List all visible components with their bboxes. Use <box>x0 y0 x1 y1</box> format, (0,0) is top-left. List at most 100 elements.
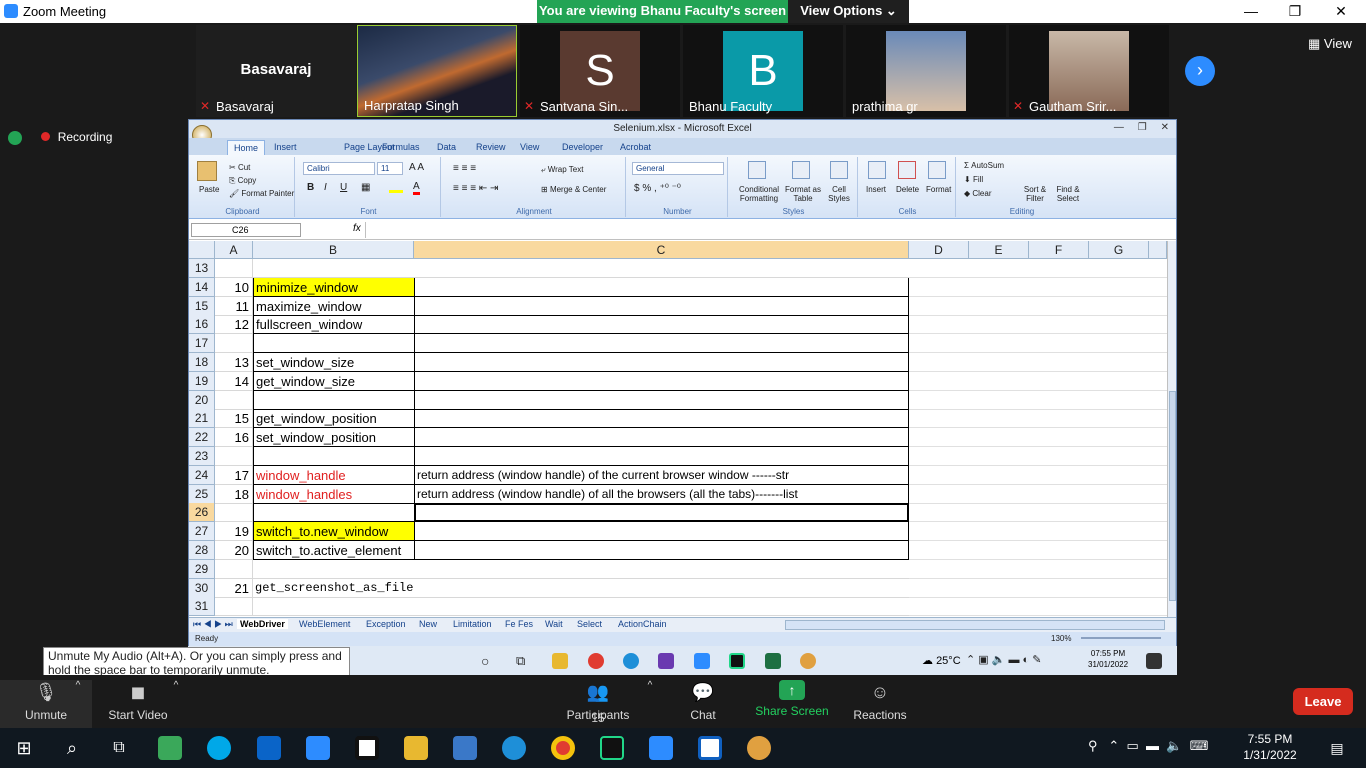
file-explorer-icon[interactable] <box>552 653 568 669</box>
cell-c[interactable] <box>414 390 909 410</box>
tab-insert[interactable]: Insert <box>268 140 303 155</box>
wrap-text-button[interactable]: ⤶ Wrap Text <box>541 165 583 175</box>
cell-b[interactable]: get_screenshot_as_file <box>253 579 414 598</box>
cells-d-g[interactable] <box>909 297 1167 316</box>
row-header[interactable]: 24 <box>189 465 215 485</box>
cells-d-g[interactable] <box>909 579 1167 598</box>
row-header[interactable]: 21 <box>189 409 215 429</box>
tab-view[interactable]: View <box>514 140 545 155</box>
bold-icon[interactable]: B <box>307 182 314 193</box>
python-icon[interactable] <box>453 736 477 760</box>
notification-icon[interactable]: ▤ <box>1325 736 1349 760</box>
tab-home[interactable]: Home <box>227 140 266 155</box>
row-header[interactable]: 20 <box>189 390 215 410</box>
name-box[interactable]: C26 <box>191 223 301 237</box>
fill-button[interactable]: ⬇ Fill <box>964 175 983 184</box>
cell-a[interactable]: 15 <box>215 409 253 429</box>
sort-filter-button[interactable]: Sort & Filter <box>1020 185 1050 203</box>
row-header[interactable]: 19 <box>189 371 215 391</box>
chrome-icon[interactable] <box>551 736 575 760</box>
paint-icon[interactable] <box>747 736 771 760</box>
app-icon[interactable] <box>158 736 182 760</box>
column-header[interactable] <box>1149 241 1167 259</box>
cell-c[interactable]: return address (window handle) of all th… <box>414 484 909 504</box>
cell-c[interactable] <box>414 579 909 598</box>
row-header[interactable]: 26 <box>189 503 215 523</box>
conditional-formatting-button[interactable]: Conditional Formatting <box>734 185 784 203</box>
cell-c[interactable] <box>414 409 909 429</box>
zoom-slider[interactable] <box>1081 637 1161 639</box>
cell-a[interactable] <box>215 559 253 579</box>
cell-a[interactable]: 16 <box>215 428 253 448</box>
cell-a[interactable]: 20 <box>215 541 253 560</box>
cell-b[interactable]: set_window_position <box>253 428 414 448</box>
copy-button[interactable]: ⎘ Copy <box>229 176 256 186</box>
outlook-icon[interactable] <box>257 736 281 760</box>
cell-c[interactable] <box>414 560 909 579</box>
cell-c[interactable]: return address (window handle) of the cu… <box>414 465 909 485</box>
task-view-icon[interactable]: ⧉ <box>516 653 532 669</box>
tab-formulas[interactable]: Formulas <box>376 140 426 155</box>
cells-d-g[interactable] <box>909 503 1167 523</box>
cell-a[interactable]: 19 <box>215 522 253 542</box>
cell-b[interactable] <box>253 259 414 278</box>
find-select-button[interactable]: Find & Select <box>1052 185 1084 203</box>
sheet-tab[interactable]: ActionChain <box>618 619 667 629</box>
cell-a[interactable]: 11 <box>215 296 253 316</box>
tab-acrobat[interactable]: Acrobat <box>614 140 657 155</box>
tray-icons[interactable]: ⌃ ▣ 🔈 ▬ ◐ ✎ <box>966 653 1041 666</box>
start-video-button[interactable]: ◼ Start Video <box>100 680 176 722</box>
sheet-tab[interactable]: New <box>419 619 437 629</box>
pycharm-icon[interactable] <box>729 653 745 669</box>
cell-c[interactable] <box>414 371 909 391</box>
format-cells-icon[interactable] <box>928 161 946 179</box>
pycharm-icon[interactable] <box>600 736 624 760</box>
format-button[interactable]: Format <box>926 185 951 194</box>
participants-button[interactable]: 👥 15 Participants <box>562 680 634 725</box>
task-view-icon[interactable]: ⧉ <box>107 736 131 760</box>
video-options-chevron-icon[interactable]: ^ <box>170 680 182 691</box>
cell-c[interactable] <box>414 541 909 560</box>
tab-review[interactable]: Review <box>470 140 512 155</box>
cell-b[interactable]: minimize_window <box>253 277 414 297</box>
italic-icon[interactable]: I <box>324 182 327 193</box>
cut-button[interactable]: ✂ Cut <box>229 163 250 172</box>
participant-tile[interactable]: prathima gr <box>846 25 1006 117</box>
cell-a[interactable]: 18 <box>215 484 253 504</box>
tab-developer[interactable]: Developer <box>556 140 609 155</box>
merge-center-button[interactable]: ⊞ Merge & Center <box>541 185 606 194</box>
cell-b[interactable]: window_handles <box>253 484 414 504</box>
format-painter-button[interactable]: 🖌 Format Painter <box>229 189 294 198</box>
column-header[interactable]: D <box>909 241 969 259</box>
cell-c[interactable] <box>414 597 909 617</box>
vertical-scrollbar[interactable] <box>1167 241 1176 617</box>
view-options-button[interactable]: View Options ⌄ <box>788 0 909 23</box>
cells-d-g[interactable] <box>909 315 1167 335</box>
minimize-icon[interactable]: — <box>1236 2 1266 20</box>
next-page-icon[interactable]: › <box>1185 56 1215 86</box>
row-header[interactable]: 23 <box>189 447 215 466</box>
sheet-tab[interactable]: Select <box>577 619 602 629</box>
edge-icon[interactable] <box>623 653 639 669</box>
view-button[interactable]: ▦ View <box>1308 36 1352 52</box>
cells-d-g[interactable] <box>909 485 1167 504</box>
excel-icon[interactable] <box>765 653 781 669</box>
number-format-select[interactable]: General <box>632 162 724 175</box>
fx-icon[interactable]: fx <box>353 223 361 234</box>
cell-c[interactable] <box>414 447 909 466</box>
audio-options-chevron-icon[interactable]: ^ <box>72 680 84 691</box>
cell-c[interactable] <box>414 334 909 354</box>
font-color-icon[interactable]: A <box>413 181 420 195</box>
paste-icon[interactable] <box>197 161 217 181</box>
grow-font-icon[interactable]: A A <box>409 162 424 173</box>
restore-icon[interactable]: ❐ <box>1280 2 1310 20</box>
paint-icon[interactable] <box>800 653 816 669</box>
fill-color-icon[interactable] <box>389 181 403 193</box>
cell-b[interactable]: maximize_window <box>253 296 414 316</box>
column-header[interactable]: E <box>969 241 1029 259</box>
cells-d-g[interactable] <box>909 560 1167 579</box>
scroll-thumb[interactable] <box>1169 391 1176 601</box>
format-as-table-button[interactable]: Format as Table <box>784 185 822 203</box>
number-format-icons[interactable]: $ % , ⁺⁰ ⁻⁰ <box>634 183 681 194</box>
column-header[interactable]: A <box>215 241 253 259</box>
